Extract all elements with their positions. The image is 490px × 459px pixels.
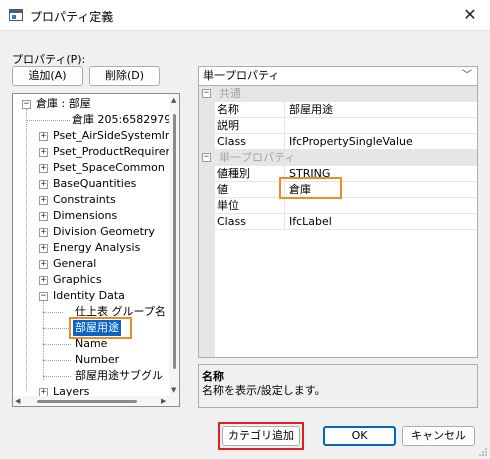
scroll-left-icon[interactable]: ◀ <box>15 397 20 405</box>
collapse-icon[interactable]: − <box>202 153 211 162</box>
tree-connector <box>43 360 71 361</box>
help-description: 名称を表示/設定します。 <box>202 384 326 397</box>
tree-node[interactable]: Identity Data <box>53 288 125 304</box>
tree-node[interactable]: Pset_ProductRequirem <box>53 144 176 160</box>
tree-node[interactable]: Constraints <box>53 192 116 208</box>
tree-node[interactable]: Division Geometry <box>53 224 155 240</box>
grid-category-single[interactable]: − 単一プロパティ <box>199 150 477 166</box>
expand-icon[interactable]: + <box>39 148 48 157</box>
grid-category-common[interactable]: − 共通 <box>199 86 477 102</box>
property-value[interactable] <box>285 118 477 134</box>
title-bar: プロパティ定義 ✕ <box>0 0 490 31</box>
scroll-up-icon[interactable]: ▲ <box>171 96 176 104</box>
tree-node[interactable]: Pset_AirSideSystemInf <box>53 128 176 144</box>
grid-gutter <box>199 118 215 134</box>
tree-node[interactable]: Energy Analysis <box>53 240 140 256</box>
dropdown-value: 単一プロパティ <box>203 69 280 82</box>
tree-node[interactable]: Graphics <box>53 272 102 288</box>
expand-icon[interactable]: + <box>39 228 48 237</box>
ok-button[interactable]: OK <box>323 426 396 446</box>
property-name: 単位 <box>215 198 285 214</box>
grid-row[interactable]: 説明 <box>199 118 477 134</box>
tree-node[interactable]: Pset_SpaceCommon <box>53 160 165 176</box>
grid-row[interactable]: Class IfcPropertySingleValue <box>199 134 477 150</box>
expand-icon[interactable]: + <box>39 244 48 253</box>
expand-icon[interactable]: + <box>39 180 48 189</box>
tree-vertical-scroll-thumb[interactable] <box>173 114 176 369</box>
tree-connector <box>26 109 27 391</box>
tree-horizontal-scrollbar[interactable]: ◀ ▶ <box>13 396 179 406</box>
property-name: 値種別 <box>215 166 285 182</box>
tree-item-selected[interactable]: 部屋用途 <box>73 320 121 336</box>
expand-icon[interactable]: + <box>39 276 48 285</box>
property-tree[interactable]: − 倉庫 : 部屋 倉庫 205:65829799 + Pset_AirSide… <box>12 93 180 407</box>
property-value[interactable]: IfcPropertySingleValue <box>285 134 477 150</box>
expand-icon[interactable]: + <box>39 196 48 205</box>
tree-node[interactable]: BaseQuantities <box>53 176 136 192</box>
scroll-right-icon[interactable]: ▶ <box>161 397 166 405</box>
collapse-icon[interactable]: − <box>22 100 31 109</box>
tree-connector <box>26 120 70 121</box>
window-title: プロパティ定義 <box>30 10 114 24</box>
grid-gutter <box>199 230 215 357</box>
tree-connector <box>43 328 71 329</box>
collapse-icon[interactable]: − <box>202 89 211 98</box>
grid-row[interactable]: Class IfcLabel <box>199 214 477 230</box>
tree-connector <box>43 344 71 345</box>
property-name: Class <box>215 214 285 230</box>
tree-root[interactable]: 倉庫 : 部屋 <box>36 96 91 112</box>
category-label: 共通 <box>219 87 241 100</box>
grid-row[interactable]: 単位 <box>199 198 477 214</box>
property-name: Class <box>215 134 285 150</box>
grid-gutter <box>199 214 215 230</box>
grid-gutter <box>199 134 215 150</box>
add-button[interactable]: 追加(A) <box>12 66 83 86</box>
expand-icon[interactable]: + <box>39 212 48 221</box>
grid-gutter <box>199 182 215 198</box>
app-icon <box>9 9 23 21</box>
grid-gutter <box>199 102 215 118</box>
expand-icon[interactable]: + <box>39 260 48 269</box>
delete-button[interactable]: 削除(D) <box>89 66 160 86</box>
expand-icon[interactable]: + <box>39 132 48 141</box>
cancel-button[interactable]: キャンセル <box>402 426 475 446</box>
tree-node[interactable]: General <box>53 256 96 272</box>
property-grid[interactable]: − 共通 名称 部屋用途 説明 Class IfcPropertySingleV… <box>198 86 478 358</box>
tree-item[interactable]: Name <box>75 336 107 352</box>
property-value[interactable]: IfcLabel <box>285 214 477 230</box>
expand-icon[interactable]: + <box>39 164 48 173</box>
property-name: 説明 <box>215 118 285 134</box>
properties-label: プロパティ(P): <box>12 53 86 66</box>
add-category-button[interactable]: カテゴリ追加 <box>222 426 300 446</box>
chevron-down-icon[interactable]: ﹀ <box>462 67 472 85</box>
tree-vertical-scrollbar[interactable]: ▲ ▼ <box>169 94 179 406</box>
highlight-box-value <box>279 177 342 199</box>
property-value[interactable] <box>285 198 477 214</box>
property-name: 値 <box>215 182 285 198</box>
tree-connector <box>43 376 71 377</box>
help-panel: 名称 名称を表示/設定します。 <box>198 364 478 408</box>
scroll-down-icon[interactable]: ▼ <box>171 386 176 394</box>
grid-row[interactable]: 名称 部屋用途 <box>199 102 477 118</box>
property-name: 名称 <box>215 102 285 118</box>
tree-item[interactable]: 倉庫 205:65829799 <box>72 112 178 128</box>
close-icon[interactable]: ✕ <box>456 4 484 26</box>
tree-node[interactable]: Dimensions <box>53 208 117 224</box>
grid-gutter <box>199 198 215 214</box>
collapse-icon[interactable]: − <box>39 292 48 301</box>
tree-connector <box>43 312 63 313</box>
property-value[interactable]: 部屋用途 <box>285 102 477 118</box>
category-label: 単一プロパティ <box>219 151 296 164</box>
tree-horizontal-scroll-thumb[interactable] <box>37 400 137 403</box>
tree-item[interactable]: 部屋用途サブグル <box>75 368 163 384</box>
tree-item[interactable]: Number <box>75 352 119 368</box>
property-set-dropdown[interactable]: 単一プロパティ ﹀ <box>198 66 478 86</box>
grid-gutter <box>199 166 215 182</box>
resize-grip-icon[interactable] <box>478 447 488 457</box>
